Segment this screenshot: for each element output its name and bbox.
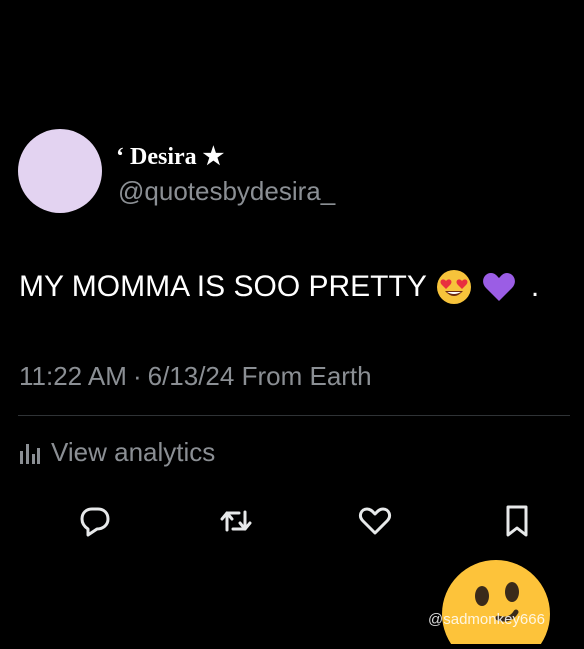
analytics-label: View analytics [51, 437, 216, 467]
purple-heart-emoji [482, 273, 515, 301]
analytics-icon [20, 443, 40, 464]
tweet-text-trailing: . [530, 270, 540, 303]
tweet-date[interactable]: 6/13/24 [148, 361, 235, 391]
smiley-sticker-icon [440, 556, 552, 649]
tweet-source: From Earth [241, 361, 372, 391]
tweet-text: MY MOMMA IS SOO PRETTY [19, 270, 427, 303]
watermark-text: @sadmonkey666 [428, 611, 545, 628]
bookmark-icon [506, 505, 528, 537]
user-handle[interactable]: @quotesbydesira_ [118, 176, 335, 207]
tweet-time[interactable]: 11:22 AM [19, 361, 127, 391]
avatar[interactable] [18, 129, 102, 213]
bookmark-button[interactable] [497, 501, 537, 541]
retweet-button[interactable] [216, 501, 256, 541]
display-name[interactable]: ‘ Desira ★ [116, 142, 224, 171]
heart-eyes-emoji [436, 270, 471, 304]
reply-icon [80, 507, 110, 537]
divider [18, 415, 570, 416]
retweet-icon [220, 510, 252, 532]
like-button[interactable] [355, 501, 395, 541]
view-analytics-link[interactable]: View analytics [19, 437, 215, 468]
like-icon [358, 507, 392, 535]
tweet-body: MY MOMMA IS SOO PRETTY . [19, 268, 539, 306]
tweet-meta: 11:22 AM · 6/13/24 From Earth [19, 361, 372, 392]
meta-separator: · [132, 361, 142, 391]
reply-button[interactable] [75, 501, 115, 541]
